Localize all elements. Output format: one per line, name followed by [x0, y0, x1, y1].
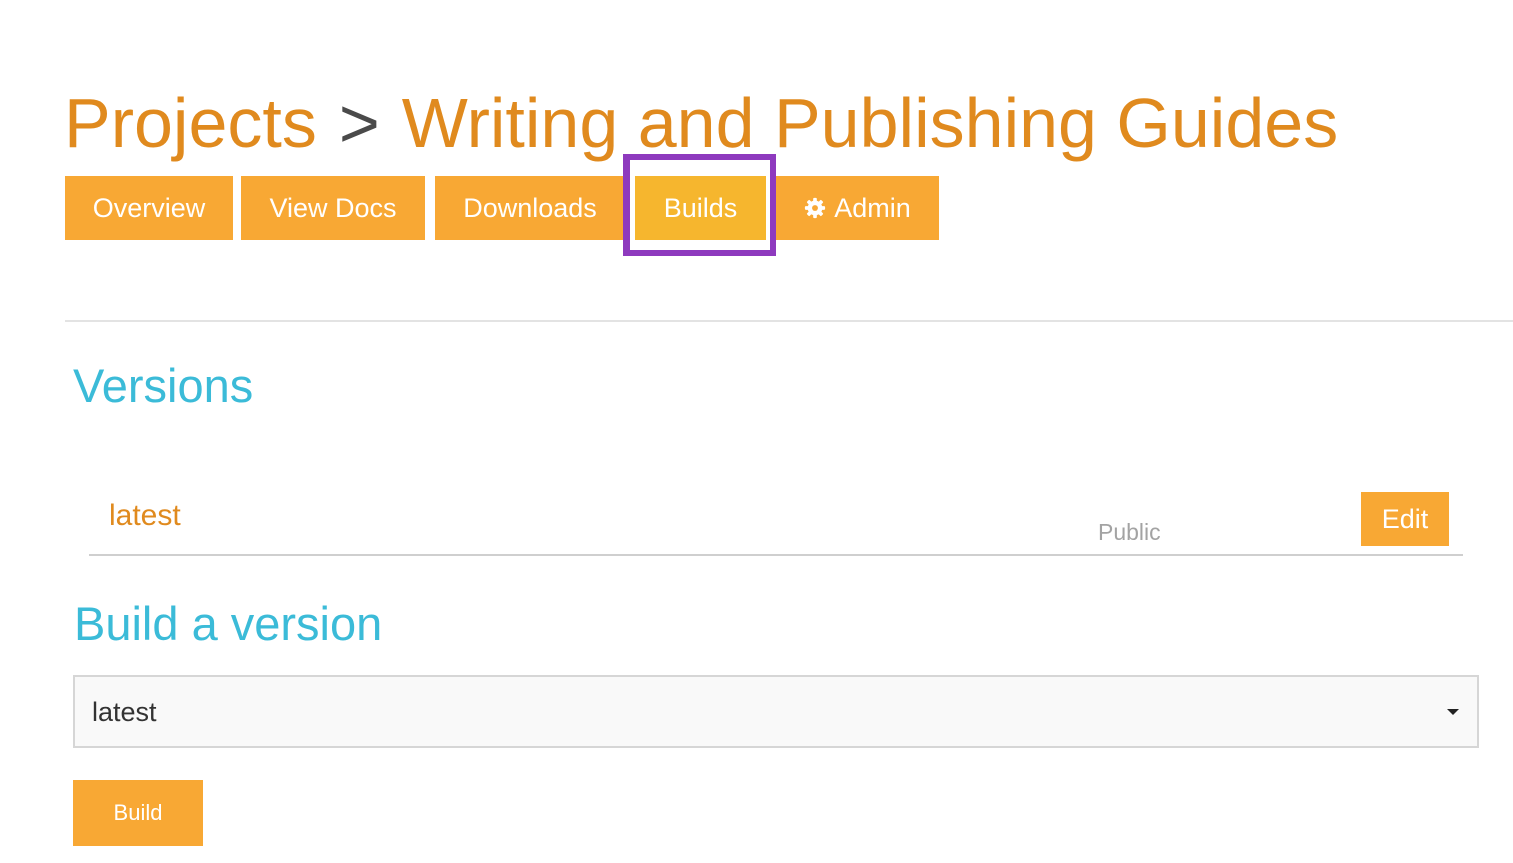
tab-builds[interactable]: Builds — [635, 176, 766, 240]
breadcrumb: Projects > Writing and Publishing Guides — [64, 84, 1338, 162]
version-select[interactable]: latest — [73, 675, 1479, 748]
version-select-value: latest — [92, 697, 157, 727]
version-privacy-label: Public — [1098, 519, 1161, 545]
version-row: latest Public Edit — [89, 488, 1463, 556]
versions-heading: Versions — [73, 359, 254, 412]
build-button[interactable]: Build — [73, 780, 203, 846]
tab-admin-label: Admin — [834, 193, 911, 223]
tab-downloads[interactable]: Downloads — [435, 176, 625, 240]
chevron-down-icon — [1447, 709, 1459, 715]
section-divider — [65, 320, 1513, 322]
breadcrumb-projects-link[interactable]: Projects — [64, 84, 317, 162]
tab-view-docs[interactable]: View Docs — [241, 176, 425, 240]
build-version-heading: Build a version — [74, 597, 383, 650]
tab-overview[interactable]: Overview — [65, 176, 233, 240]
version-name-link[interactable]: latest — [109, 498, 181, 534]
breadcrumb-project-link[interactable]: Writing and Publishing Guides — [402, 84, 1338, 162]
tab-admin[interactable]: Admin — [776, 176, 939, 240]
edit-version-button[interactable]: Edit — [1361, 492, 1449, 546]
gear-icon — [805, 197, 826, 219]
breadcrumb-separator: > — [338, 84, 380, 162]
